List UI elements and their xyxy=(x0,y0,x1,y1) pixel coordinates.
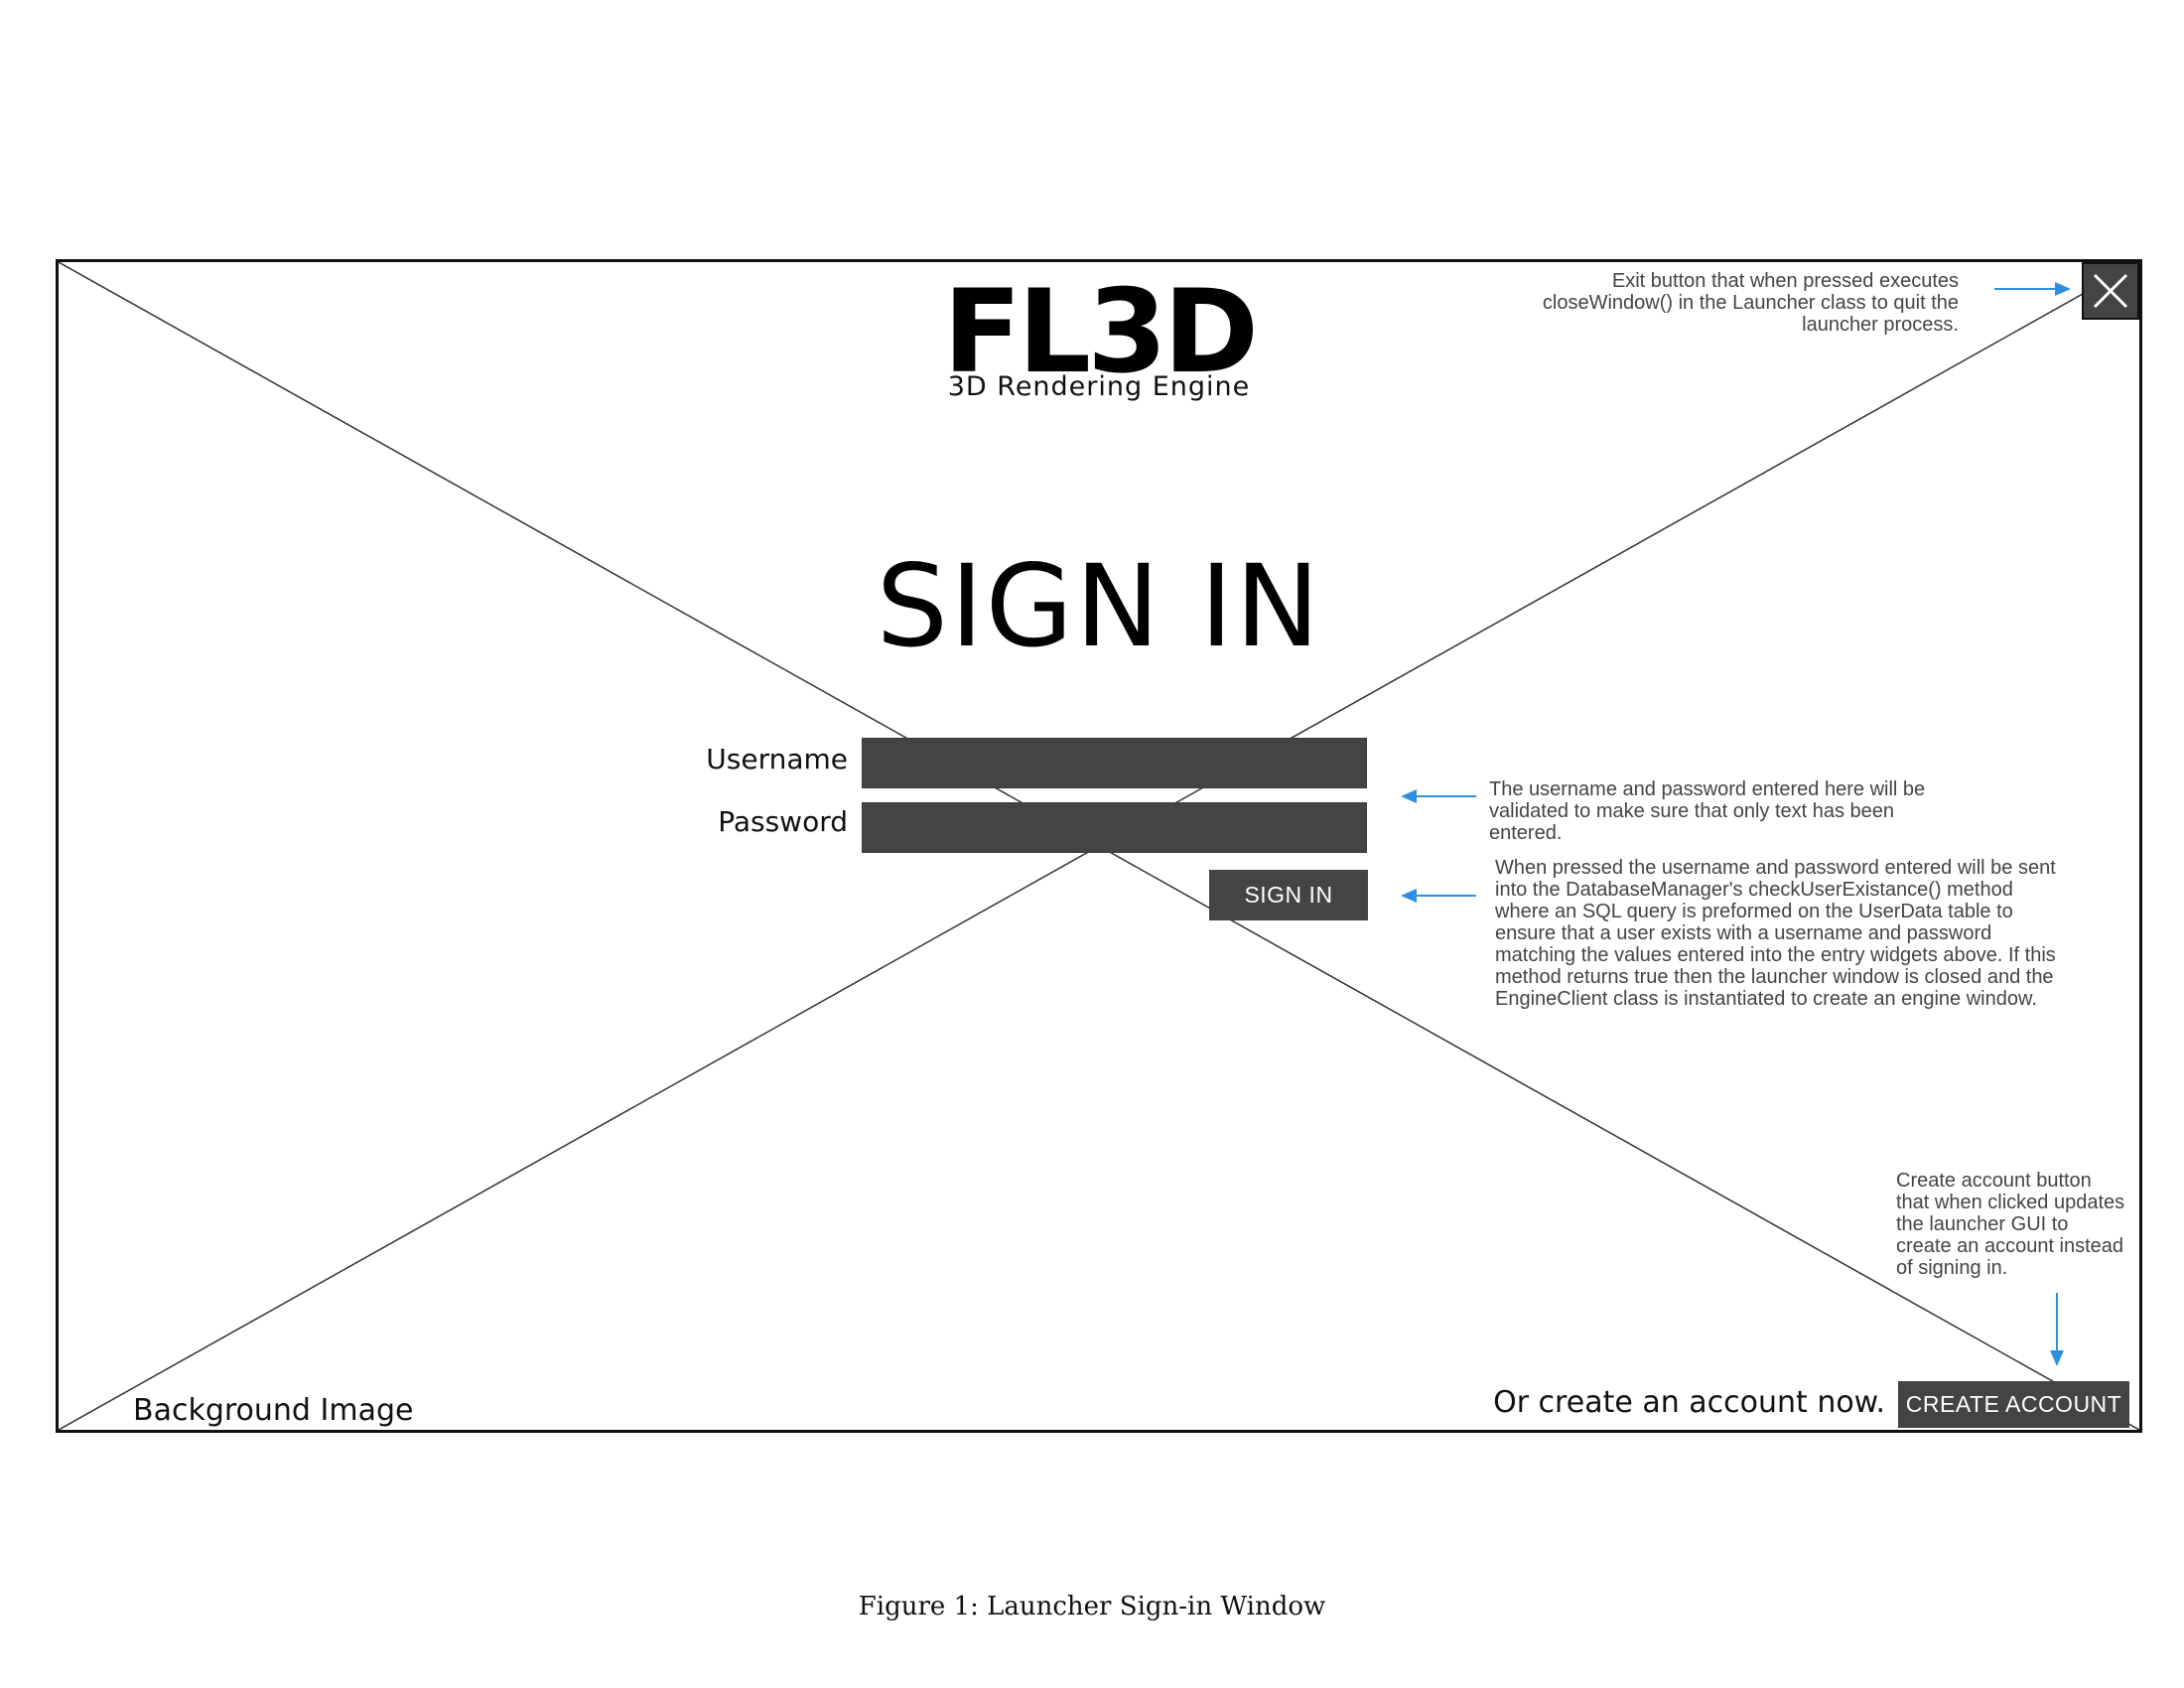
close-icon xyxy=(2093,273,2128,309)
create-account-button[interactable]: CREATE ACCOUNT xyxy=(1898,1381,2129,1428)
launcher-window: FL3D 3D Rendering Engine SIGN IN Usernam… xyxy=(56,259,2142,1433)
figure-caption: Figure 1: Launcher Sign-in Window xyxy=(858,1592,1326,1621)
close-button[interactable] xyxy=(2082,262,2139,320)
username-input[interactable] xyxy=(862,738,1367,788)
username-label: Username xyxy=(706,743,848,775)
page-title: SIGN IN xyxy=(876,540,1322,672)
fields-annotation: The username and password entered here w… xyxy=(1489,778,1926,844)
create-account-prompt: Or create an account now. xyxy=(1493,1385,1885,1420)
app-logo-subtitle: 3D Rendering Engine xyxy=(947,371,1251,402)
sign-in-annotation: When pressed the username and password e… xyxy=(1495,857,2056,1010)
create-account-annotation: Create account button that when clicked … xyxy=(1896,1170,2125,1279)
background-image-label: Background Image xyxy=(133,1393,414,1428)
password-input[interactable] xyxy=(862,802,1367,853)
exit-button-annotation: Exit button that when pressed executes c… xyxy=(1542,270,1959,336)
sign-in-button[interactable]: SIGN IN xyxy=(1209,870,1368,920)
password-label: Password xyxy=(718,805,848,838)
